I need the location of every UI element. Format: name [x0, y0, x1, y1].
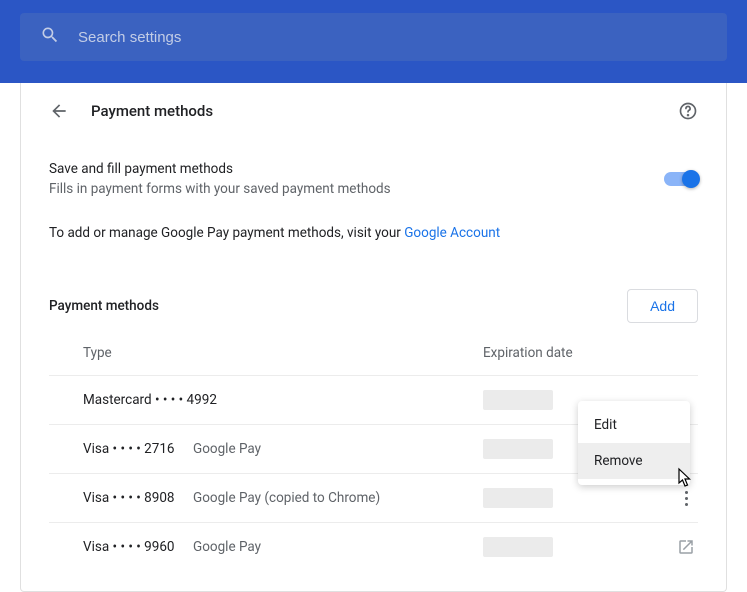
- card-source: Google Pay (copied to Chrome): [193, 490, 483, 506]
- expiration-placeholder: [483, 488, 553, 508]
- card-source: Google Pay: [193, 441, 483, 457]
- more-actions-button[interactable]: [674, 491, 698, 506]
- column-expiration: Expiration date: [483, 345, 698, 361]
- google-account-link[interactable]: Google Account: [404, 225, 500, 241]
- expiration-placeholder: [483, 439, 553, 459]
- card-label: Mastercard • • • • 4992: [83, 392, 483, 408]
- card-label: Visa • • • • 2716: [83, 441, 193, 457]
- save-fill-toggle[interactable]: [664, 172, 698, 186]
- open-external-icon[interactable]: [674, 538, 698, 556]
- search-input[interactable]: [78, 29, 707, 46]
- search-icon: [40, 25, 60, 49]
- expiration-placeholder: [483, 390, 553, 410]
- save-fill-title: Save and fill payment methods: [49, 161, 391, 177]
- page-title: Payment methods: [91, 102, 213, 120]
- add-button[interactable]: Add: [627, 289, 698, 323]
- back-arrow-icon[interactable]: [49, 101, 69, 121]
- help-icon[interactable]: [678, 101, 698, 121]
- expiration-placeholder: [483, 537, 553, 557]
- card-source: Google Pay: [193, 539, 483, 555]
- menu-edit[interactable]: Edit: [578, 407, 690, 443]
- menu-remove[interactable]: Remove: [578, 443, 690, 479]
- column-type: Type: [83, 345, 483, 361]
- save-fill-desc: Fills in payment forms with your saved p…: [49, 181, 391, 197]
- card-label: Visa • • • • 8908: [83, 490, 193, 506]
- card-label: Visa • • • • 9960: [83, 539, 193, 555]
- search-bar[interactable]: [20, 13, 727, 61]
- payment-methods-heading: Payment methods: [49, 298, 159, 314]
- manage-text: To add or manage Google Pay payment meth…: [49, 225, 698, 241]
- payment-row: Visa • • • • 2716 Google Pay Edit Remove: [49, 424, 698, 473]
- payment-row: Visa • • • • 9960 Google Pay: [49, 522, 698, 571]
- context-menu: Edit Remove: [578, 401, 690, 485]
